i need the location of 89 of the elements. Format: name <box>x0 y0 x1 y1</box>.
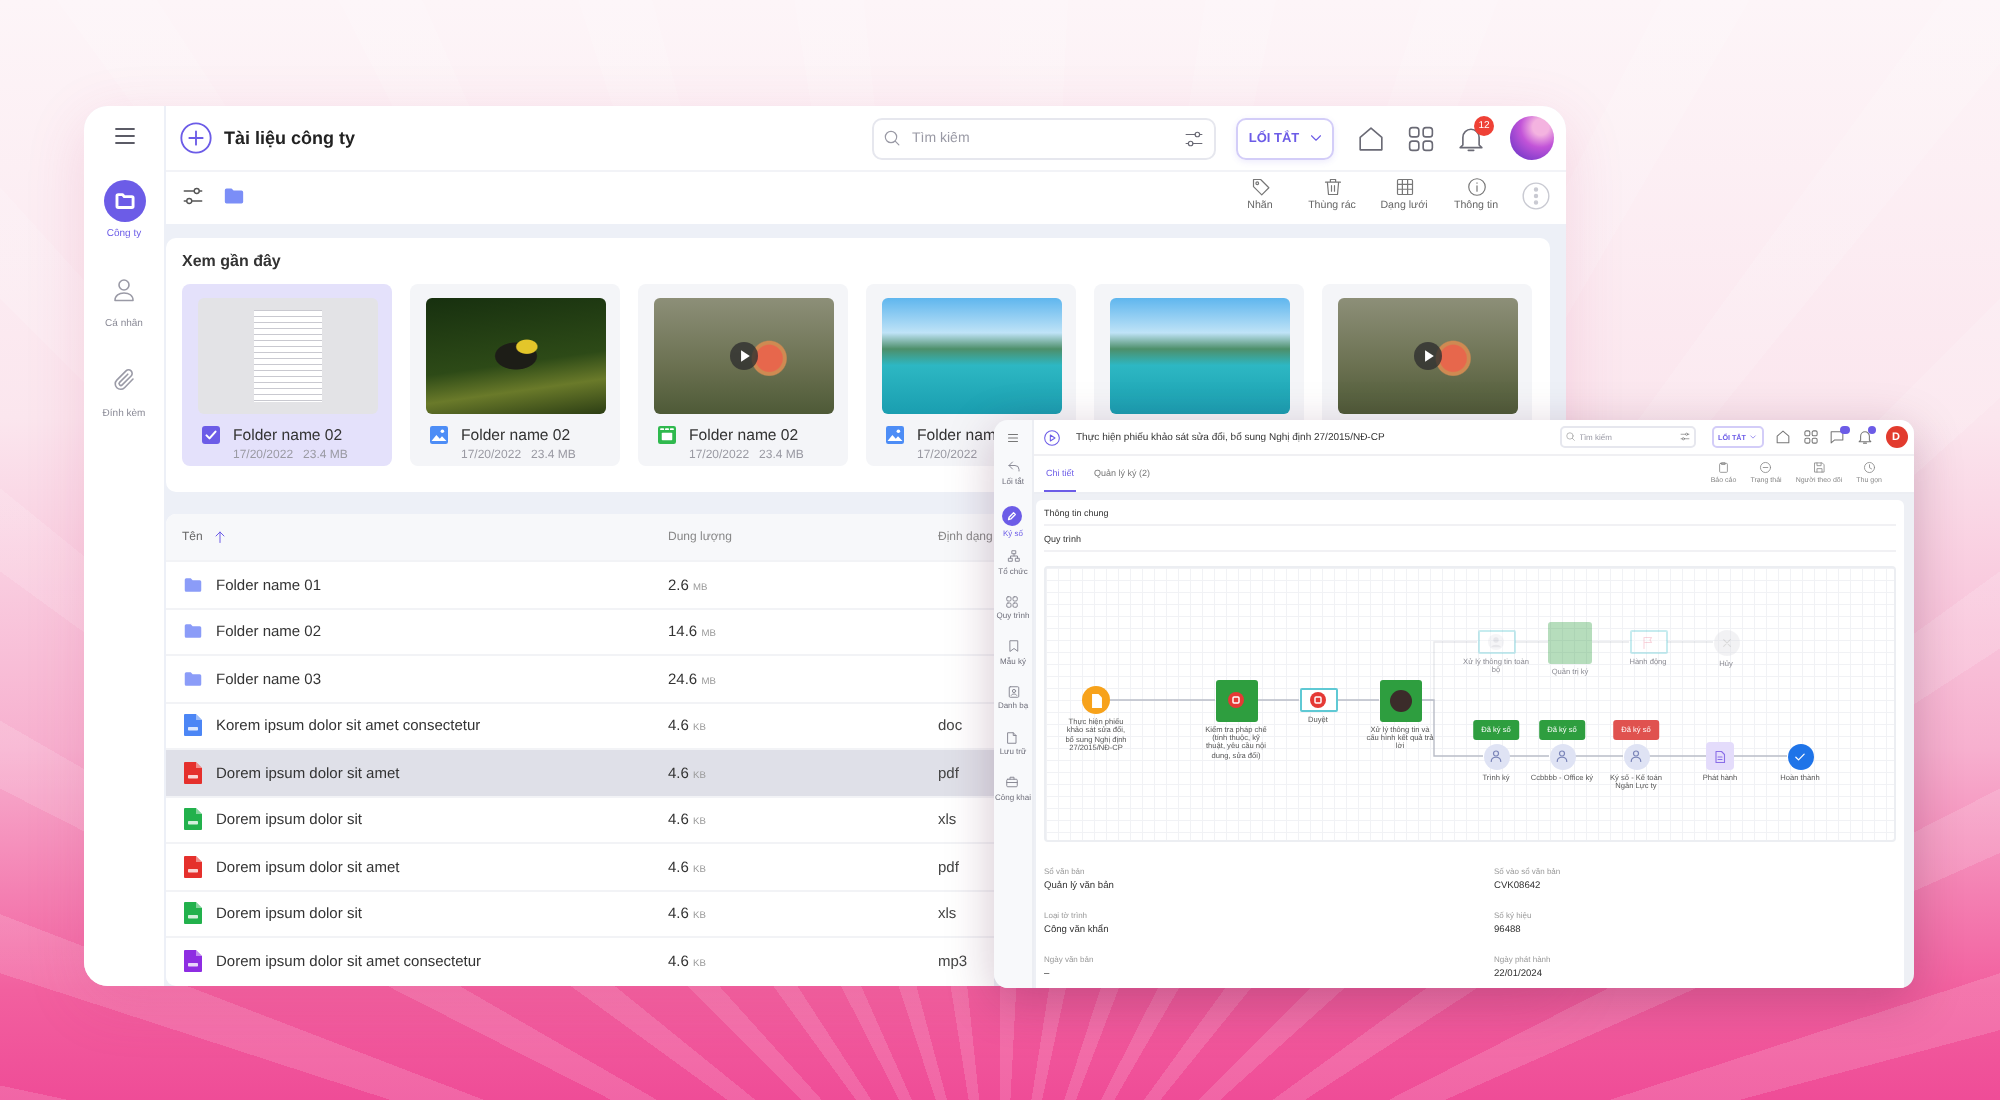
person-icon <box>1630 750 1642 762</box>
folder-icon[interactable] <box>222 186 246 206</box>
play-icon[interactable] <box>730 342 758 370</box>
connector-line <box>1508 755 1550 757</box>
file-icon <box>1006 731 1019 744</box>
connector-line <box>1574 755 1624 757</box>
folder-icon <box>182 669 204 688</box>
signer-node[interactable] <box>1483 743 1509 769</box>
home-icon[interactable] <box>1776 430 1790 444</box>
check-icon <box>1794 751 1806 761</box>
start-node[interactable] <box>1082 686 1110 714</box>
connector-line <box>1420 699 1484 757</box>
search-icon <box>1565 432 1574 442</box>
table-icon <box>1395 178 1413 196</box>
contacts-icon <box>1007 685 1019 698</box>
play-circle-icon[interactable] <box>1044 429 1060 445</box>
signer-node[interactable] <box>1549 743 1575 769</box>
file-icon <box>184 808 202 831</box>
file-icon <box>184 902 202 925</box>
org-chart-icon <box>1007 550 1019 563</box>
person-icon <box>1556 750 1568 762</box>
connector-line <box>1648 755 1707 757</box>
action-node[interactable] <box>1629 630 1667 654</box>
connector-line <box>1336 699 1380 701</box>
signer-node[interactable] <box>1623 743 1649 769</box>
add-icon[interactable] <box>180 122 212 154</box>
stop-icon <box>1310 692 1326 708</box>
document-icon <box>1714 749 1726 763</box>
home-icon[interactable] <box>1358 125 1384 151</box>
folder-icon <box>182 575 204 594</box>
page-title: Tài liệu công ty <box>224 128 356 148</box>
filter-icon[interactable] <box>1184 129 1204 147</box>
info-icon <box>1467 178 1485 196</box>
file-icon <box>184 949 202 972</box>
approval-node[interactable] <box>1299 688 1337 712</box>
user-icon <box>112 278 136 302</box>
briefcase-icon <box>1006 776 1019 789</box>
folder-icon <box>182 622 204 641</box>
bell-icon[interactable] <box>1458 125 1484 151</box>
person-icon <box>1490 750 1502 762</box>
close-icon <box>1721 637 1731 647</box>
minus-circle-icon <box>1760 462 1772 474</box>
checkbox[interactable] <box>201 425 219 443</box>
section-title: Xem gần đây <box>182 252 283 272</box>
apps-grid-icon[interactable] <box>1803 430 1817 444</box>
pen-icon <box>1002 505 1023 526</box>
bell-icon[interactable] <box>1857 430 1871 444</box>
task-node[interactable] <box>1548 621 1592 663</box>
chevron-down-icon <box>1309 132 1322 144</box>
bookmark-icon <box>1007 640 1019 653</box>
assignee-node[interactable] <box>1477 630 1515 654</box>
image-icon <box>885 425 903 443</box>
paperclip-icon <box>112 368 136 392</box>
image-icon <box>429 425 447 443</box>
tag-icon <box>1251 178 1269 196</box>
file-icon <box>184 714 202 737</box>
grid-icon <box>1006 595 1019 608</box>
connector-line <box>1733 755 1788 757</box>
flag-icon <box>1642 635 1654 649</box>
search-icon <box>884 130 900 146</box>
task-node[interactable] <box>1379 679 1421 721</box>
play-icon[interactable] <box>1414 342 1442 370</box>
cancel-node[interactable] <box>1713 629 1739 655</box>
avatar[interactable] <box>1510 116 1554 160</box>
folder-icon <box>103 179 145 221</box>
apps-grid-icon[interactable] <box>1408 125 1434 151</box>
save-icon <box>1813 462 1825 474</box>
publish-node[interactable] <box>1706 742 1734 770</box>
reply-icon <box>1007 460 1019 472</box>
avatar-icon <box>1389 689 1411 711</box>
connector-line <box>1256 699 1300 701</box>
message-icon[interactable] <box>1830 430 1844 444</box>
chevron-down-icon <box>1749 434 1756 440</box>
filter-icon[interactable] <box>182 186 204 206</box>
clock-icon <box>1863 462 1875 474</box>
document-icon <box>1091 693 1101 707</box>
finish-node[interactable] <box>1787 743 1813 769</box>
video-icon <box>657 425 675 443</box>
stop-icon <box>1228 692 1244 708</box>
menu-icon[interactable] <box>111 124 137 148</box>
trash-icon <box>1323 178 1341 196</box>
file-icon <box>184 761 202 784</box>
sort-arrow-icon[interactable] <box>214 530 227 544</box>
clipboard-icon <box>1718 462 1730 474</box>
file-icon <box>184 855 202 878</box>
task-node[interactable] <box>1215 679 1257 721</box>
menu-icon[interactable] <box>1006 432 1020 444</box>
person-icon <box>1488 634 1504 650</box>
connector-line <box>1109 699 1216 701</box>
